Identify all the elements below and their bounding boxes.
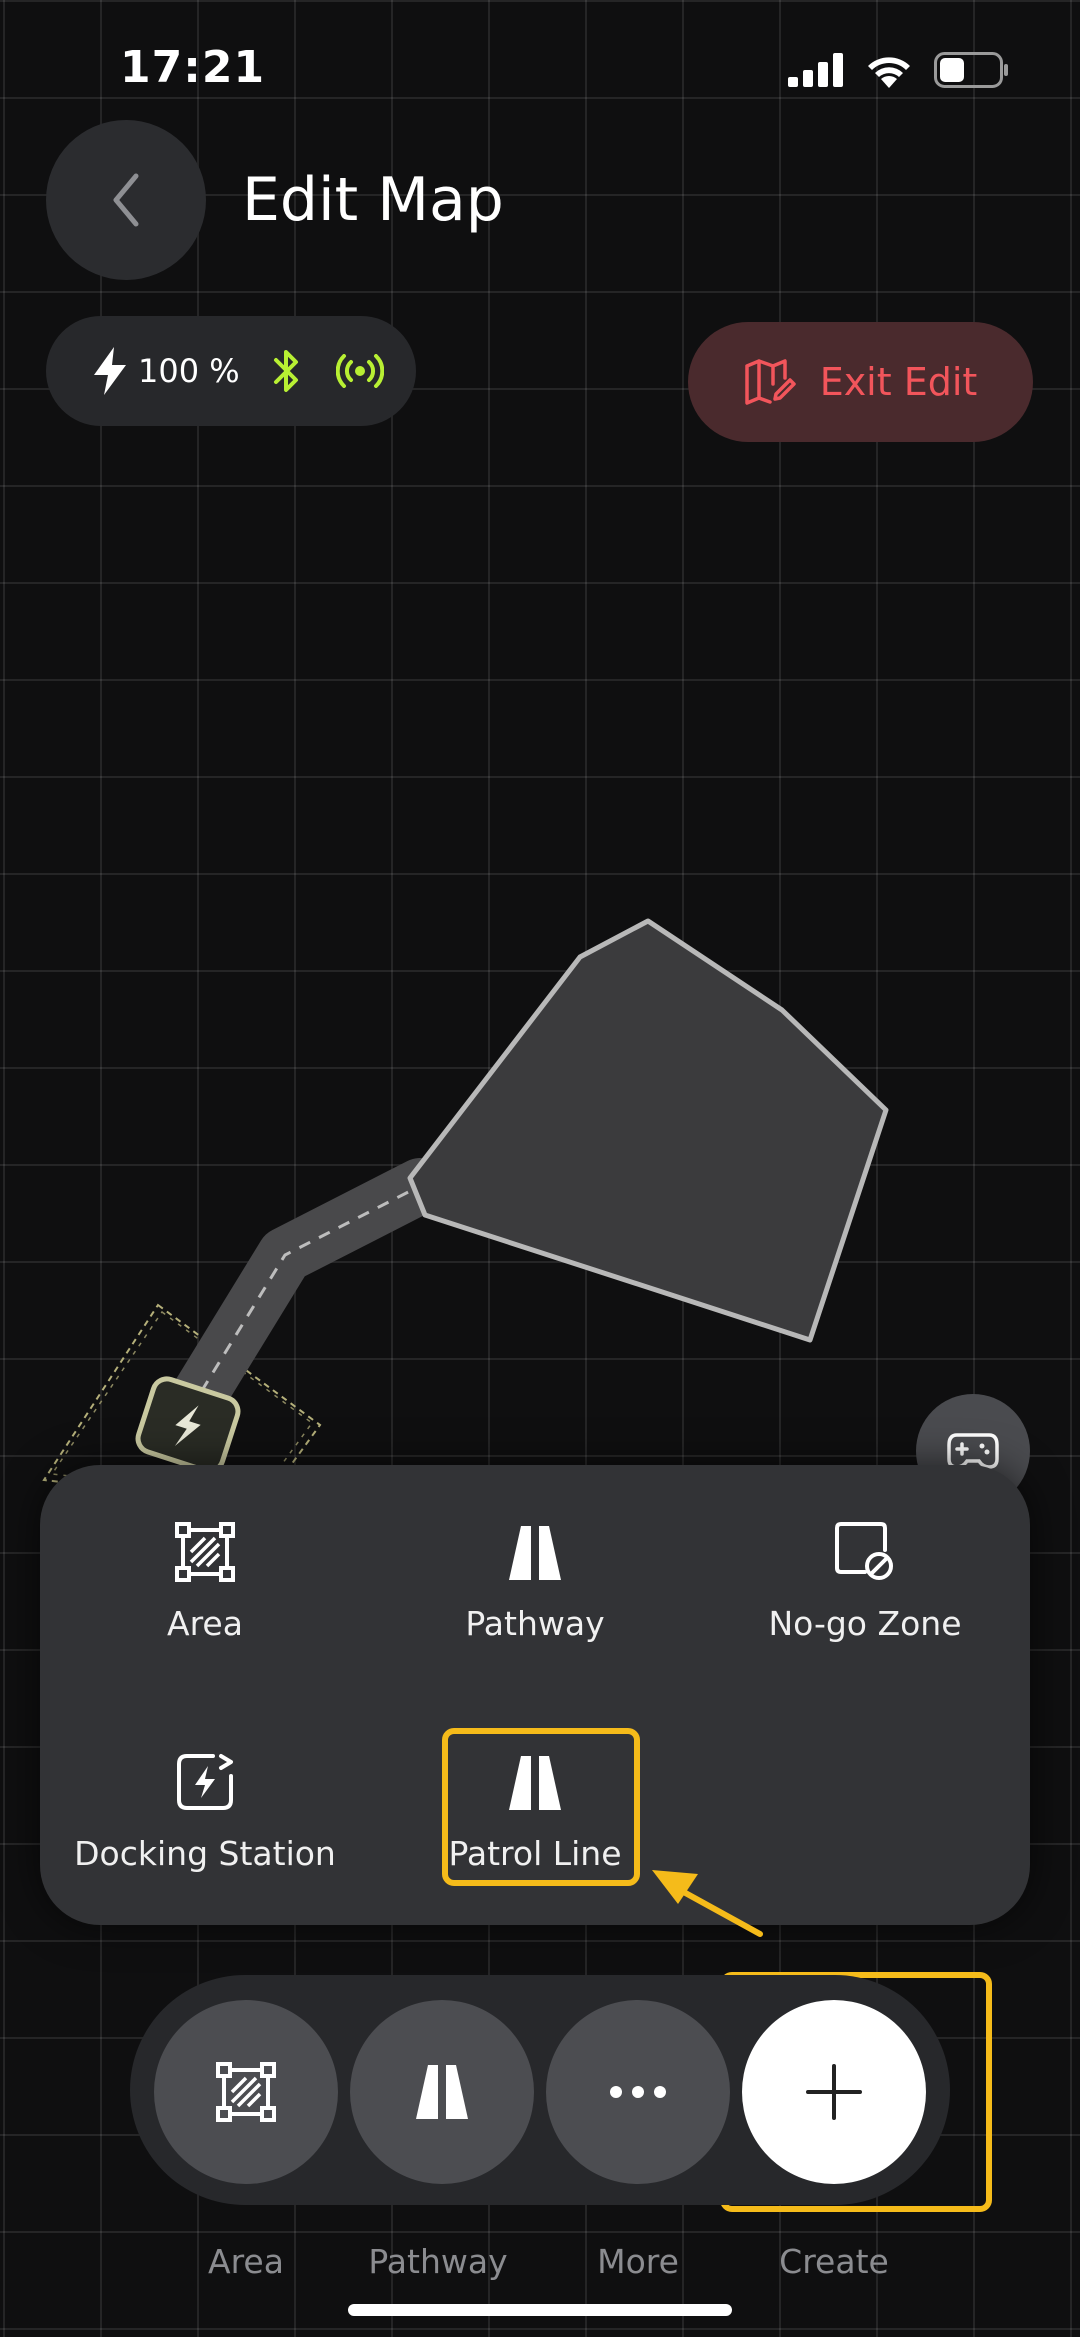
menu-item-area[interactable]: Area: [40, 1510, 370, 1660]
create-button[interactable]: [742, 2000, 926, 2184]
bluetooth-icon: [273, 350, 298, 392]
wifi-icon: [868, 57, 910, 88]
area-icon: [216, 2062, 276, 2122]
more-icon: [610, 2086, 666, 2098]
toolbar-label-create: Create: [779, 2242, 889, 2281]
menu-item-label: Area: [167, 1604, 243, 1643]
pointer-arrow: [652, 1870, 763, 1937]
toolbar-area-button[interactable]: [154, 2000, 338, 2184]
toolbar-pathway-button[interactable]: [350, 2000, 534, 2184]
area-icon: [175, 1522, 235, 1582]
pathway-line: [162, 1158, 448, 1438]
toolbar-label-more: More: [597, 2242, 679, 2281]
toolbar-label-pathway: Pathway: [368, 2242, 508, 2281]
plus-icon: [806, 2064, 862, 2120]
menu-item-label: Docking Station: [74, 1834, 336, 1873]
back-button[interactable]: [46, 120, 206, 280]
pathway-icon: [509, 1526, 561, 1580]
docking-station-icon: [177, 1754, 233, 1810]
menu-item-label: No-go Zone: [768, 1604, 962, 1643]
menu-item-pathway[interactable]: Pathway: [370, 1510, 700, 1660]
pathway-icon: [416, 2065, 468, 2119]
toolbar-more-button[interactable]: [546, 2000, 730, 2184]
menu-item-label: Pathway: [465, 1604, 605, 1643]
lightning-icon: [94, 347, 126, 395]
status-bar: 17:21: [0, 0, 1080, 140]
robot-status-pill: 100 %: [46, 316, 416, 426]
toolbar-label-area: Area: [208, 2242, 284, 2281]
battery-status-icon: [934, 52, 1008, 88]
battery-percentage: 100 %: [138, 352, 240, 390]
no-go-zone-icon: [835, 1522, 893, 1580]
map-edit-icon: [744, 359, 796, 405]
radio-signal-icon: [335, 354, 384, 388]
page-title: Edit Map: [242, 165, 504, 235]
exit-edit-button[interactable]: Exit Edit: [688, 322, 1033, 442]
menu-item-docking-station[interactable]: Docking Station: [40, 1740, 370, 1890]
map-area-polygon: [407, 918, 889, 1343]
exit-edit-label: Exit Edit: [819, 360, 978, 404]
patrol-line-highlight: [442, 1728, 640, 1886]
cellular-signal-icon: [788, 53, 843, 87]
home-indicator: [348, 2304, 732, 2316]
chevron-left-icon: [113, 173, 139, 227]
menu-item-no-go-zone[interactable]: No-go Zone: [700, 1510, 1030, 1660]
status-time: 17:21: [120, 42, 266, 93]
